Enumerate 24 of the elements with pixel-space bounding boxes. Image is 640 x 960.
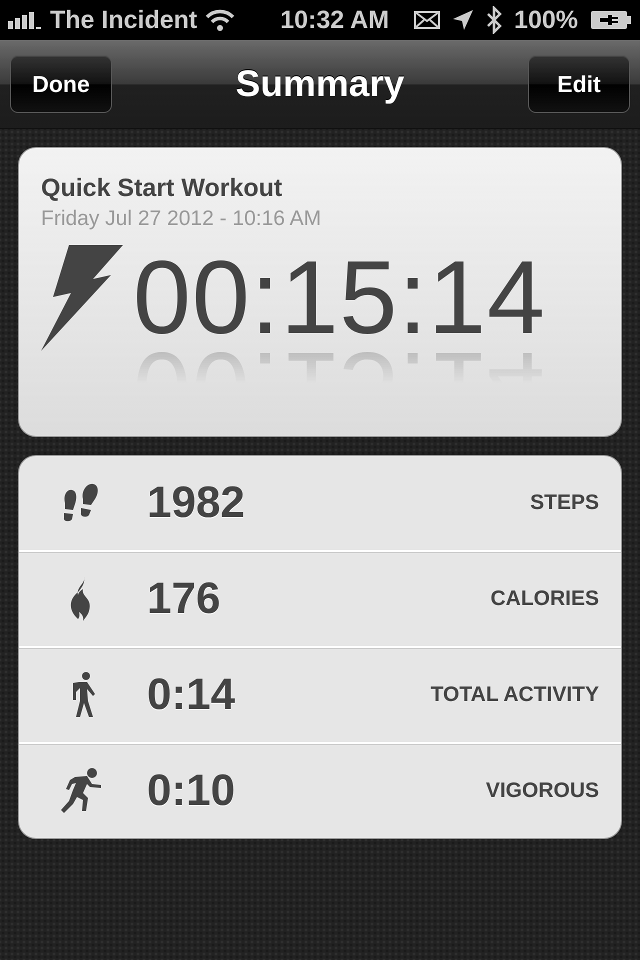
carrier-name: The Incident bbox=[50, 6, 198, 34]
wifi-icon bbox=[205, 9, 236, 31]
stat-label: STEPS bbox=[530, 491, 600, 515]
mail-icon bbox=[414, 11, 440, 29]
done-button[interactable]: Done bbox=[10, 55, 112, 113]
location-arrow-icon bbox=[452, 9, 474, 31]
signal-icon bbox=[8, 11, 42, 29]
workout-duration: 00:15:14 bbox=[133, 246, 546, 350]
stat-label: CALORIES bbox=[490, 587, 600, 611]
workout-date: Friday Jul 27 2012 - 10:16 AM bbox=[41, 207, 322, 231]
stat-value: 0:10 bbox=[147, 766, 236, 816]
lightning-bolt-icon bbox=[41, 245, 123, 351]
battery-icon bbox=[590, 10, 632, 30]
edit-button[interactable]: Edit bbox=[528, 55, 630, 113]
stat-value: 1982 bbox=[147, 478, 246, 528]
stat-label: VIGOROUS bbox=[486, 779, 600, 803]
workout-title: Quick Start Workout bbox=[41, 174, 284, 203]
stat-value: 0:14 bbox=[147, 670, 236, 720]
bluetooth-icon bbox=[486, 6, 502, 34]
battery-percent: 100% bbox=[514, 6, 578, 34]
screen-title: Summary bbox=[236, 63, 404, 105]
stat-label: TOTAL ACTIVITY bbox=[430, 683, 600, 707]
clock-time: 10:32 AM bbox=[280, 6, 390, 34]
stat-value: 176 bbox=[147, 574, 222, 624]
